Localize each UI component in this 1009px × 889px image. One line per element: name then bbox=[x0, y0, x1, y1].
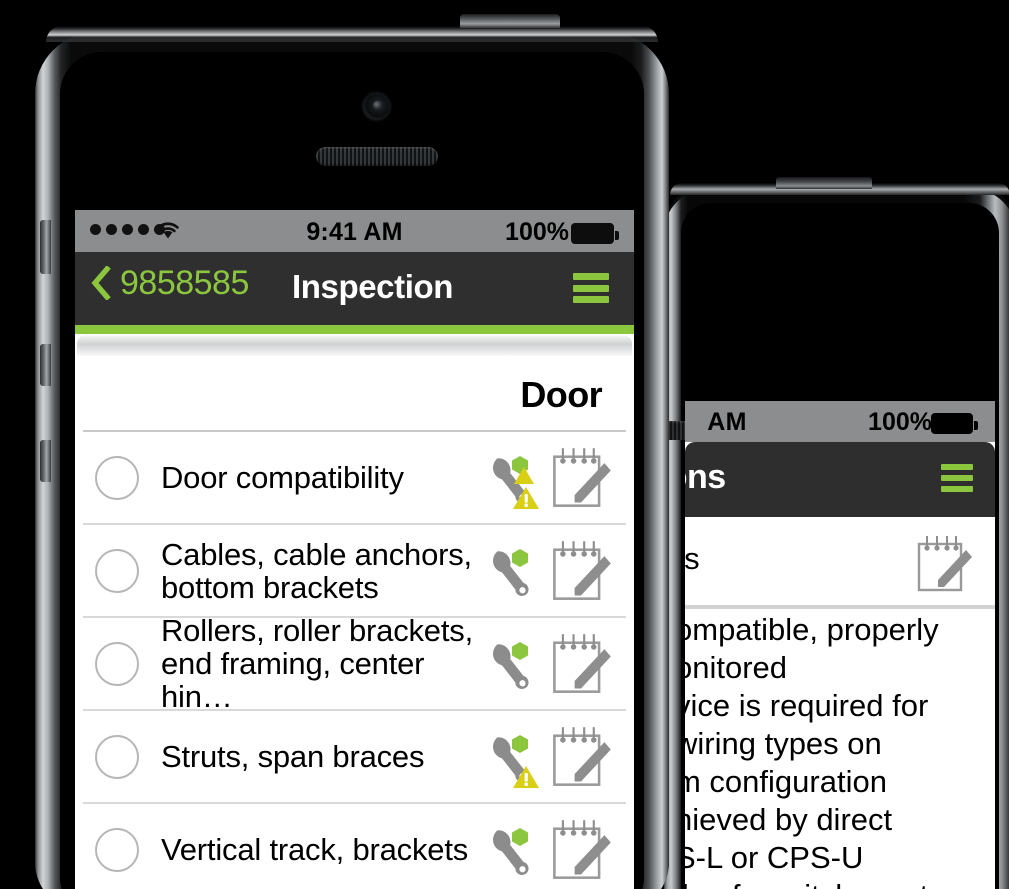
section-header: Door bbox=[83, 356, 626, 432]
hamburger-bar bbox=[941, 475, 973, 481]
nav-title-front: Inspection bbox=[291, 268, 454, 305]
notepad-pencil-icon[interactable] bbox=[548, 724, 614, 790]
wrench-warning-icon[interactable] bbox=[482, 726, 544, 788]
radio-unchecked-icon[interactable] bbox=[95, 548, 139, 593]
table-row-icons bbox=[482, 817, 614, 883]
card-top-edge bbox=[77, 334, 632, 356]
hamburger-bar bbox=[573, 273, 609, 280]
phone-back-screen: AM 100% tions vices bbox=[685, 401, 995, 889]
detail-line: onitored bbox=[685, 650, 788, 685]
hamburger-menu-icon-front[interactable] bbox=[573, 273, 609, 303]
detail-line: il-safe switch must bbox=[685, 877, 995, 889]
notepad-pencil-icon-back[interactable] bbox=[913, 533, 975, 595]
earpiece-speaker-front bbox=[316, 147, 438, 166]
detail-line: ompatible, properly bbox=[685, 612, 939, 647]
table-row-label: Vertical track, brackets bbox=[161, 832, 469, 867]
hamburger-bar bbox=[573, 284, 609, 292]
hamburger-bar bbox=[941, 464, 973, 470]
inspection-list: Door Door compatibility Cables, cable an… bbox=[75, 356, 634, 889]
phone-front-screen: 9:41 AM 100% 9858585 Inspection Door Doo… bbox=[75, 210, 634, 889]
detail-line: S-L or CPS-U bbox=[685, 840, 864, 875]
table-row[interactable]: Door compatibility bbox=[83, 432, 626, 525]
table-row-icons bbox=[482, 538, 614, 604]
status-bar-back: AM 100% bbox=[685, 401, 995, 442]
wrench-warning-icon[interactable] bbox=[482, 447, 544, 509]
status-bar-front: 9:41 AM 100% bbox=[75, 210, 634, 252]
status-time-back: AM bbox=[707, 408, 747, 436]
wrench-icon[interactable] bbox=[482, 540, 544, 602]
accent-bar bbox=[75, 325, 634, 334]
notepad-pencil-icon[interactable] bbox=[548, 445, 614, 511]
notepad-pencil-icon[interactable] bbox=[548, 631, 614, 697]
notepad-pencil-icon[interactable] bbox=[548, 538, 614, 604]
battery-full-icon-front bbox=[571, 223, 619, 244]
battery-percent-front: 100% bbox=[505, 218, 569, 246]
phone-device-back: AM 100% tions vices bbox=[652, 177, 1009, 889]
table-row-label: Struts, span braces bbox=[161, 739, 425, 774]
nav-bar-back: tions bbox=[685, 442, 995, 517]
hamburger-menu-icon-back[interactable] bbox=[941, 464, 973, 492]
detail-text-block-back: ompatible, properly onitored vice is req… bbox=[685, 609, 995, 889]
volume-down-button[interactable] bbox=[40, 440, 51, 482]
wrench-icon[interactable] bbox=[482, 633, 544, 695]
table-row-icons bbox=[482, 631, 614, 697]
radio-unchecked-icon[interactable] bbox=[95, 455, 139, 500]
radio-unchecked-icon[interactable] bbox=[95, 827, 139, 872]
detail-line: nieved by direct bbox=[685, 802, 893, 837]
section-header-label: Door bbox=[520, 374, 602, 415]
notepad-pencil-icon[interactable] bbox=[548, 817, 614, 883]
phone-device-front: 9:41 AM 100% 9858585 Inspection Door Doo… bbox=[26, 14, 678, 889]
table-row-label: Rollers, roller brackets, end framing, c… bbox=[161, 613, 473, 714]
table-row-label: Door compatibility bbox=[161, 460, 404, 495]
list-item-back[interactable]: vices bbox=[685, 517, 995, 609]
table-row-icons bbox=[482, 445, 614, 511]
wrench-icon[interactable] bbox=[482, 819, 544, 881]
hamburger-bar bbox=[941, 486, 973, 492]
volume-up-button[interactable] bbox=[40, 344, 51, 386]
nav-bar-front: 9858585 Inspection bbox=[75, 252, 634, 325]
list-item-label-back: vices bbox=[685, 541, 700, 576]
table-row[interactable]: Vertical track, brackets bbox=[83, 804, 626, 889]
power-button-back[interactable] bbox=[776, 177, 872, 189]
detail-line: m configuration bbox=[685, 764, 887, 799]
phone-front-top-rail bbox=[46, 26, 658, 42]
detail-line: vice is required for bbox=[685, 688, 929, 723]
table-row[interactable]: Cables, cable anchors, bottom brackets bbox=[83, 525, 626, 618]
table-row-icons bbox=[482, 724, 614, 790]
table-row[interactable]: Struts, span braces bbox=[83, 711, 626, 804]
radio-unchecked-icon[interactable] bbox=[95, 734, 139, 779]
front-camera-icon bbox=[364, 94, 389, 119]
battery-full-icon-back bbox=[931, 413, 978, 434]
mute-switch-button[interactable] bbox=[40, 220, 51, 274]
radio-unchecked-icon[interactable] bbox=[95, 641, 139, 686]
hamburger-bar bbox=[573, 296, 609, 303]
battery-percent-back: 100% bbox=[868, 408, 932, 436]
table-row[interactable]: Rollers, roller brackets, end framing, c… bbox=[83, 614, 626, 713]
screenshot-stage: AM 100% tions vices bbox=[0, 0, 1009, 889]
table-row-label: Cables, cable anchors, bottom brackets bbox=[161, 536, 472, 605]
detail-line: wiring types on bbox=[685, 726, 882, 761]
nav-title-back: tions bbox=[685, 458, 726, 496]
power-button-front[interactable] bbox=[460, 14, 560, 28]
